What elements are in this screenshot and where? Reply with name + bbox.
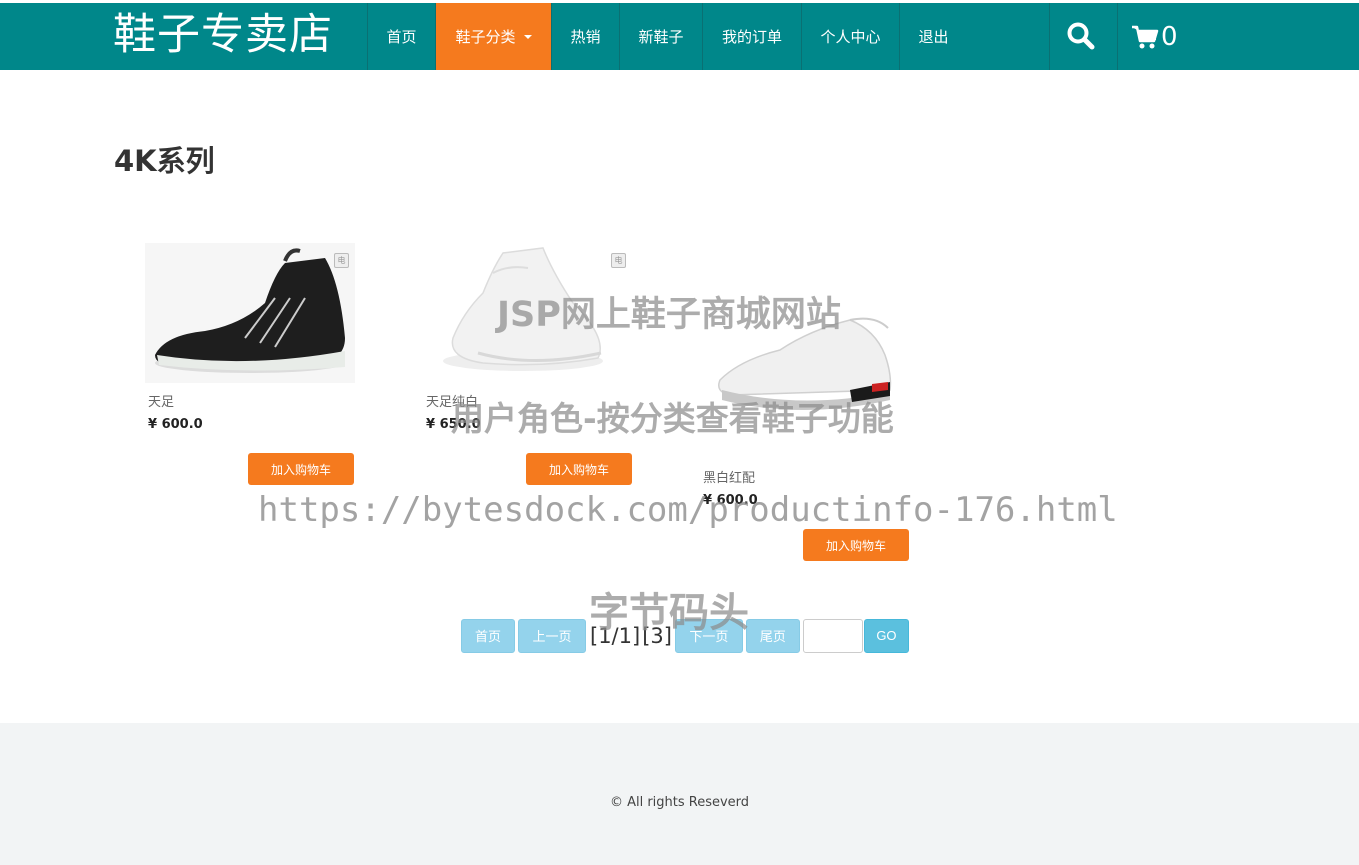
search-icon: [1067, 22, 1095, 50]
nav-item-label: 个人中心: [820, 28, 881, 46]
nav-item-label: 首页: [386, 28, 417, 46]
nav-item-orders[interactable]: 我的订单: [702, 3, 801, 70]
nav-item-label: 我的订单: [721, 28, 782, 46]
search-button[interactable]: [1066, 21, 1102, 53]
watermark-text: https://bytesdock.com/productinfo-176.ht…: [258, 490, 1118, 530]
nav-item-label: 鞋子分类: [455, 28, 516, 46]
product-image[interactable]: [423, 243, 633, 383]
site-header: 鞋子专卖店 首页 鞋子分类 热销 新鞋子 我的订单 个人中心 退出 0: [0, 3, 1359, 70]
nav-item-profile[interactable]: 个人中心: [801, 3, 899, 70]
nav-divider: [1049, 3, 1050, 70]
product-card: 电 天足纯白 ¥ 650.0 加入购物车: [423, 243, 643, 493]
product-image[interactable]: [145, 243, 355, 383]
caret-down-icon: [523, 34, 532, 39]
first-page-button[interactable]: 首页: [461, 618, 515, 653]
product-name[interactable]: 天足: [148, 391, 174, 410]
nav-item-logout[interactable]: 退出: [899, 3, 967, 70]
nav-item-label: 新鞋子: [638, 28, 684, 46]
brand-logo[interactable]: 鞋子专卖店: [113, 9, 333, 61]
nav-item-label: 退出: [918, 28, 949, 46]
nav-item-label: 热销: [570, 28, 601, 46]
cart-count: 0: [1161, 22, 1178, 52]
last-page-button[interactable]: 尾页: [745, 618, 800, 653]
copyright-text: © All rights Reseverd: [609, 795, 750, 810]
page-number-input[interactable]: [802, 618, 863, 653]
product-image[interactable]: [700, 310, 910, 450]
prev-page-button[interactable]: 上一页: [518, 618, 586, 653]
page-title: 4K系列: [114, 144, 215, 178]
product-card: 电 天足 ¥ 600.0 加入购物车: [145, 243, 365, 493]
product-badge: 电: [611, 253, 626, 268]
nav-divider: [1117, 3, 1118, 70]
add-to-cart-button[interactable]: 加入购物车: [803, 529, 909, 561]
product-price: ¥ 600.0: [703, 493, 758, 508]
go-button[interactable]: GO: [863, 618, 909, 653]
nav-item-new[interactable]: 新鞋子: [619, 3, 702, 70]
cart-button[interactable]: 0: [1131, 19, 1178, 55]
nav-item-hot[interactable]: 热销: [551, 3, 619, 70]
product-card: 黑白红配 ¥ 600.0 加入购物车: [700, 310, 920, 570]
add-to-cart-button[interactable]: 加入购物车: [248, 453, 354, 485]
pagination: 首页 上一页 [1/1] [3] 下一页 尾页 GO: [461, 618, 909, 653]
total-count: [3]: [642, 623, 672, 648]
product-price: ¥ 600.0: [148, 417, 203, 432]
product-name[interactable]: 天足纯白: [426, 391, 478, 410]
nav-item-home[interactable]: 首页: [367, 3, 435, 70]
product-badge: 电: [334, 253, 349, 268]
nav-item-categories[interactable]: 鞋子分类: [435, 3, 551, 70]
product-price: ¥ 650.0: [426, 417, 481, 432]
product-name[interactable]: 黑白红配: [703, 467, 755, 486]
cart-icon: [1132, 25, 1159, 49]
add-to-cart-button[interactable]: 加入购物车: [526, 453, 632, 485]
main-nav: 首页 鞋子分类 热销 新鞋子 我的订单 个人中心 退出: [367, 3, 967, 70]
page-status: [1/1]: [590, 623, 641, 648]
next-page-button[interactable]: 下一页: [674, 618, 743, 653]
site-footer: © All rights Reseverd: [0, 723, 1359, 865]
